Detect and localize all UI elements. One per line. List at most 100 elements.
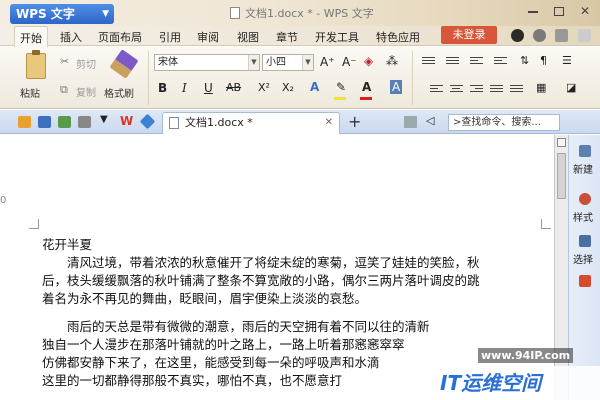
maximize-icon [554,7,564,16]
tab-document-label: 文档1.docx * [185,116,253,129]
shrink-font-button[interactable]: A⁻ [342,55,357,69]
shape-icon[interactable] [579,275,591,287]
paste-button[interactable]: 粘贴 [20,85,40,100]
menu-item-features[interactable]: 特色应用 [376,29,420,45]
menu-item-references[interactable]: 引用 [159,29,181,45]
scroll-up-icon[interactable] [557,138,566,147]
margin-corner-top-right [541,219,551,229]
shading-icon[interactable]: ◪ [566,81,576,94]
menu-item-start[interactable]: 开始 [14,26,48,47]
distribute-icon[interactable] [510,85,523,96]
margin-corner-top-left [29,219,39,229]
subscript-button[interactable]: X₂ [282,81,294,94]
maximize-button[interactable] [546,3,572,21]
menu-item-chapter[interactable]: 章节 [276,29,298,45]
menu-item-review[interactable]: 审阅 [197,29,219,45]
group-divider [148,51,149,105]
select-icon[interactable] [579,235,591,247]
paste-icon[interactable] [26,50,46,79]
login-button[interactable]: 未登录 [441,26,497,44]
wps-logo-icon[interactable]: W [120,114,133,128]
menu-item-view[interactable]: 视图 [237,29,259,45]
export-icon[interactable] [58,116,71,128]
font-color-icon[interactable]: A [362,80,371,94]
open-folder-icon[interactable] [18,116,31,128]
bold-button[interactable]: B [158,81,167,95]
sidebar-item-select[interactable]: 选择 [573,251,600,266]
close-tab-icon[interactable]: ✕ [325,113,333,133]
new-tab-button[interactable]: + [348,112,361,132]
save-icon[interactable] [38,116,51,128]
align-right-icon[interactable] [470,85,483,96]
sort-icon[interactable]: ⇅ [520,54,529,67]
font-size-select[interactable]: 小四 ▼ [262,54,314,71]
font-color-bar [360,97,372,100]
decrease-indent-icon[interactable] [470,57,483,68]
char-shading-icon[interactable]: A [390,80,403,94]
bullet-list-icon[interactable] [422,57,435,68]
window-title-text: 文档1.docx * - WPS 文字 [245,7,374,20]
align-center-icon[interactable] [450,85,463,96]
numbered-list-icon[interactable] [446,57,459,68]
text-effect-icon[interactable]: A [310,80,319,94]
highlight-icon[interactable]: ✎ [336,80,346,94]
chevron-down-icon[interactable]: ▼ [100,114,108,125]
scissors-icon: ✂ [60,55,70,68]
paragraph-line: 独自一个人漫步在那落叶铺就的叶之路上，一路上听着那窸窸窣窣 [42,337,405,352]
align-left-icon[interactable] [430,85,443,96]
style-icon[interactable] [579,193,591,205]
line-spacing-icon[interactable]: ☰ [562,54,572,67]
table-icon[interactable]: ▦ [536,81,546,94]
strikethrough-button[interactable]: AB [226,81,241,94]
paragraph-line: 清风过境，带着浓浓的秋意催开了将绽未绽的寒菊，逗笑了娃娃的笑脸，秋 [67,255,480,270]
scroll-thumb[interactable] [557,153,566,199]
display-icon[interactable] [404,116,417,128]
menu-item-developer[interactable]: 开发工具 [315,29,359,45]
font-name-select[interactable]: 宋体 ▼ [154,54,260,71]
tab-document[interactable]: 文档1.docx * ✕ [162,112,340,134]
show-marks-icon[interactable]: ¶ [540,54,547,67]
cut-button[interactable]: 剪切 [76,56,96,71]
close-button[interactable]: ✕ [572,3,598,21]
chevron-down-icon: ▼ [102,9,109,19]
watermark-brand: IT运维空间 [432,366,600,400]
window-title: 文档1.docx * - WPS 文字 [230,5,374,21]
app-name: WPS 文字 [16,7,75,21]
app-menu-button[interactable]: WPS 文字 ▼ [10,4,114,24]
format-painter-button[interactable]: 格式刷 [104,85,134,100]
cloud-cube-icon[interactable] [139,113,156,130]
minimize-button[interactable] [520,3,546,21]
skin-icon[interactable] [511,29,524,42]
new-document-icon[interactable] [579,145,591,157]
ribbon-home: 粘贴 ✂ 剪切 ⧉ 复制 格式刷 宋体 ▼ 小四 ▼ A⁺ A⁻ ◈ ⁂ B I U… [0,47,600,109]
increase-indent-icon[interactable] [494,57,507,68]
watermark-url: www.94IP.com [478,348,574,363]
font-name-value: 宋体 [158,57,178,68]
chevron-left-icon[interactable]: ◁ [426,114,434,127]
copy-icon: ⧉ [60,83,68,96]
collapse-ribbon-icon[interactable] [578,29,591,42]
pinyin-icon[interactable]: ⁂ [386,54,398,68]
sidebar-item-style[interactable]: 样式 [573,209,600,224]
superscript-button[interactable]: X² [258,81,270,94]
document-icon [169,117,179,129]
underline-button[interactable]: U [204,81,213,95]
search-input[interactable]: >查找命令、搜索... [448,114,560,131]
paragraph-line: 着名为永不再见的舞曲，眨眼间，眉宇便染上淡淡的哀愁。 [42,291,368,306]
settings-icon[interactable] [533,29,546,42]
menu-item-page-layout[interactable]: 页面布局 [98,29,142,45]
left-margin-mark: 0 [0,195,7,206]
help-icon[interactable] [555,29,568,42]
italic-button[interactable]: I [182,81,187,95]
align-justify-icon[interactable] [490,85,503,96]
grow-font-button[interactable]: A⁺ [320,55,335,69]
copy-button[interactable]: 复制 [76,84,96,99]
format-painter-icon[interactable] [109,49,139,79]
document-tab-bar: ▼ W 文档1.docx * ✕ + ◁ >查找命令、搜索... [0,110,600,134]
print-icon[interactable] [78,116,91,128]
sidebar-item-new[interactable]: 新建 [573,161,600,176]
clear-format-icon[interactable]: ◈ [364,54,373,68]
highlight-color-bar [334,97,346,100]
menu-item-insert[interactable]: 插入 [60,29,82,45]
chevron-down-icon: ▼ [248,55,259,70]
